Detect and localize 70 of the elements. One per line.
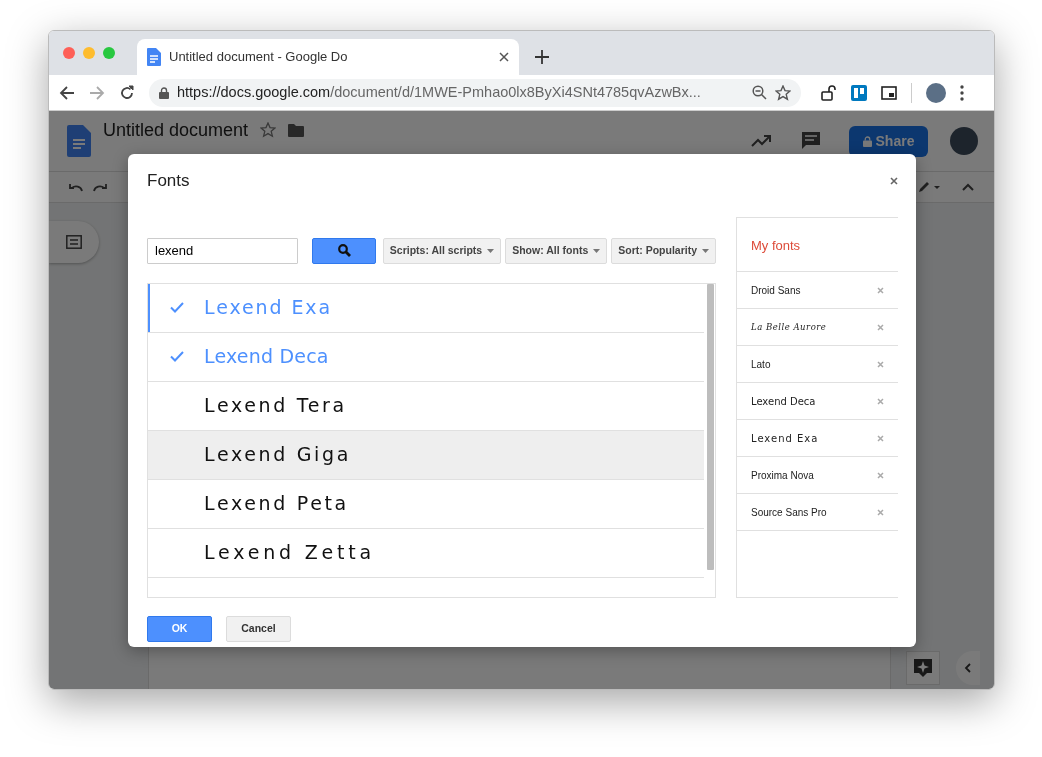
font-name: Lexend Deca — [751, 394, 816, 409]
remove-icon[interactable] — [877, 397, 884, 405]
avatar[interactable] — [926, 82, 946, 103]
remove-icon[interactable] — [877, 471, 884, 479]
redo-icon[interactable] — [93, 182, 107, 192]
sparkle-icon — [913, 659, 932, 677]
caret-icon — [702, 248, 709, 253]
search-icon — [337, 244, 351, 257]
filter-dropdown[interactable]: Sort: Popularity — [611, 237, 716, 264]
font-option[interactable]: Lexend Giga — [148, 430, 704, 480]
unlocked-padlock-icon[interactable] — [821, 84, 837, 101]
font-name: Proxima Nova — [751, 468, 814, 483]
checkmark-icon — [170, 351, 184, 362]
new-tab-icon[interactable] — [535, 50, 549, 64]
search-field[interactable]: lexend — [147, 237, 298, 264]
remove-icon[interactable] — [877, 434, 884, 442]
remove-icon[interactable] — [877, 323, 884, 331]
side-panel-toggle[interactable] — [955, 651, 980, 685]
lock-icon — [862, 135, 872, 147]
remove-icon[interactable] — [877, 508, 884, 516]
more-menu-icon[interactable] — [960, 84, 964, 101]
filter-dropdown[interactable]: Show: All fonts — [505, 237, 608, 264]
lock-icon — [159, 86, 169, 99]
outline-button[interactable] — [49, 221, 99, 263]
reload-icon[interactable] — [119, 84, 135, 101]
caret-icon — [487, 248, 495, 253]
font-option[interactable]: Lexend Peta — [148, 479, 704, 529]
url-text: https://docs.google.com/document/d/1MWE-Pmhao0lx8ByXi4SNt4785qvAzwBx... — [177, 82, 702, 102]
font-name: Source Sans Pro — [751, 505, 827, 520]
panel-title: My fonts — [737, 217, 898, 272]
font-option[interactable]: Lexend Tera — [148, 381, 704, 431]
close-icon[interactable] — [499, 52, 509, 62]
close-icon[interactable] — [890, 176, 898, 185]
filter-dropdown[interactable]: Scripts: All scripts — [382, 237, 502, 264]
document-title[interactable]: Untitled document — [103, 116, 249, 144]
font-name: Droid Sans — [751, 283, 801, 298]
back-arrow-icon[interactable] — [59, 84, 75, 101]
font-name: Lato — [751, 357, 771, 372]
remove-icon[interactable] — [877, 286, 884, 294]
document-icon — [147, 48, 161, 66]
scrollbar-thumb[interactable] — [707, 283, 714, 570]
document-icon[interactable] — [67, 125, 91, 157]
folder-icon[interactable] — [288, 123, 305, 137]
star-icon[interactable] — [775, 84, 791, 101]
dialog-title: Fonts — [147, 170, 190, 192]
forward-arrow-icon[interactable] — [89, 84, 105, 101]
board-icon[interactable] — [851, 84, 867, 101]
checkmark-icon — [170, 302, 184, 313]
comment-icon[interactable] — [801, 131, 821, 151]
search-button[interactable] — [312, 237, 376, 264]
font-option[interactable]: Lexend Zetta — [148, 528, 704, 578]
list-icon — [66, 235, 82, 249]
remove-icon[interactable] — [877, 360, 884, 368]
caret-icon — [593, 248, 601, 253]
zoom-out-icon[interactable] — [752, 85, 767, 100]
trend-icon[interactable] — [751, 135, 771, 147]
undo-icon[interactable] — [69, 182, 83, 192]
avatar[interactable] — [950, 127, 978, 155]
browser-tab[interactable]: Untitled document - Google Do — [137, 39, 519, 75]
explore-button[interactable] — [905, 651, 940, 685]
address-bar[interactable]: https://docs.google.com/document/d/1MWE-Pmhao0lx8ByXi4SNt4785qvAzwBx... — [149, 78, 801, 107]
cancel-button[interactable]: Cancel — [226, 615, 291, 642]
chevron-left-icon — [964, 663, 971, 673]
picture-in-picture-icon[interactable] — [881, 85, 897, 100]
chevron-up-icon[interactable] — [962, 183, 974, 191]
pencil-icon[interactable] — [918, 181, 940, 193]
font-name: Lexend Exa — [751, 431, 819, 446]
close-window-icon[interactable] — [63, 47, 75, 59]
star-icon[interactable] — [260, 122, 277, 138]
font-name: La Belle Aurore — [751, 320, 827, 334]
